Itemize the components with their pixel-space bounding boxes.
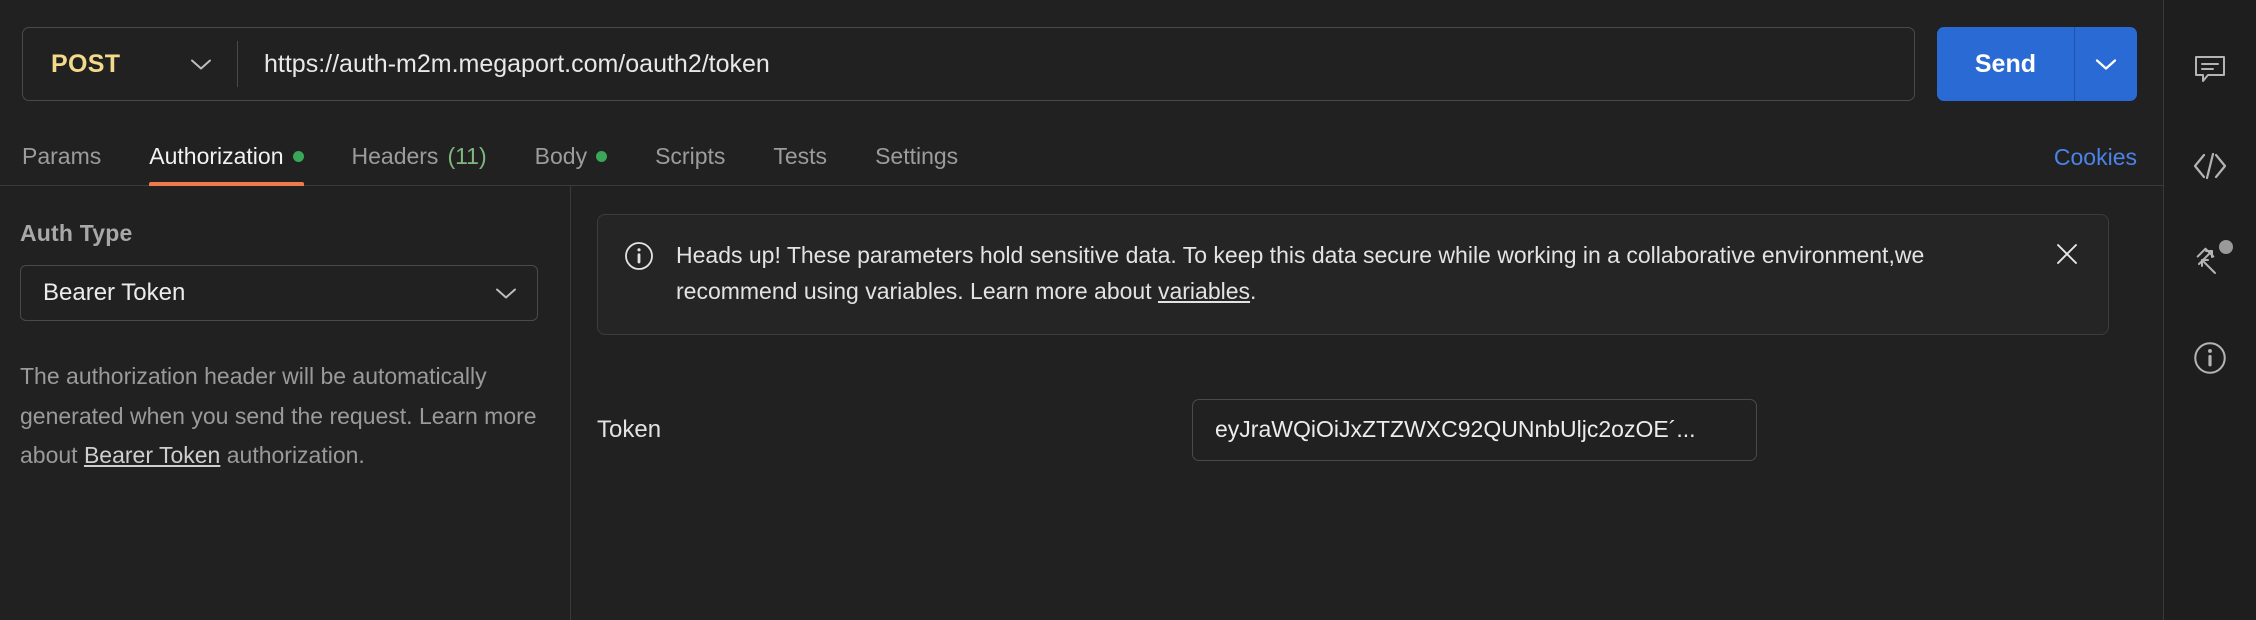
tab-count: (11) <box>447 143 487 169</box>
tab-scripts[interactable]: Scripts <box>631 128 749 185</box>
info-circle-icon <box>624 241 654 271</box>
auth-type-select[interactable]: Bearer Token <box>20 265 538 321</box>
main-column: POST https://auth-m2m.megaport.com/oauth… <box>0 0 2163 620</box>
http-method-label: POST <box>51 49 121 78</box>
chevron-down-icon <box>190 58 212 71</box>
tab-label: Body <box>534 143 588 169</box>
send-options-button[interactable] <box>2075 27 2137 101</box>
notification-badge <box>2218 240 2233 254</box>
send-button[interactable]: Send <box>1936 27 2074 101</box>
tab-label: Params <box>22 143 102 169</box>
auth-type-value: Bearer Token <box>43 279 186 306</box>
auth-type-pane: Auth Type Bearer Token The authorization… <box>0 186 571 620</box>
request-tab-bar: Params Authorization Headers (11) Body S… <box>0 128 2163 186</box>
bearer-token-link[interactable]: Bearer Token <box>84 442 220 468</box>
tab-body[interactable]: Body <box>511 128 631 185</box>
chevron-down-icon <box>495 287 517 300</box>
banner-text-after: . <box>1250 278 1257 305</box>
sensitive-data-banner: Heads up! These parameters hold sensitiv… <box>597 214 2109 335</box>
auth-type-label: Auth Type <box>20 220 133 246</box>
url-input[interactable]: https://auth-m2m.megaport.com/oauth2/tok… <box>238 28 1914 100</box>
tab-label: Tests <box>773 143 828 169</box>
banner-text-before: Heads up! These parameters hold sensitiv… <box>676 242 1925 305</box>
banner-message: Heads up! These parameters hold sensitiv… <box>676 237 2030 310</box>
auth-content: Auth Type Bearer Token The authorization… <box>0 186 2163 620</box>
token-input[interactable]: eyJraWQiOiJxZTZWXC92QUNnbUljc2ozOE´... <box>1192 398 1757 461</box>
code-icon[interactable] <box>2164 118 2256 214</box>
token-row: Token eyJraWQiOiJxZTZWXC92QUNnbUljc2ozOE… <box>597 398 2109 461</box>
auth-helper-text: The authorization header will be automat… <box>20 357 538 476</box>
postman-request-pane: POST https://auth-m2m.megaport.com/oauth… <box>0 0 2256 620</box>
tab-list: Params Authorization Headers (11) Body S… <box>22 128 982 186</box>
mock-arrows-icon[interactable] <box>2164 214 2256 310</box>
token-label: Token <box>597 415 662 443</box>
auth-helper-text-after: authorization. <box>220 442 365 469</box>
auth-fields-pane: Heads up! These parameters hold sensitiv… <box>571 186 2163 620</box>
tab-label: Authorization <box>149 143 284 169</box>
cookies-link[interactable]: Cookies <box>2054 144 2137 185</box>
tab-tests[interactable]: Tests <box>749 128 851 185</box>
tab-label: Settings <box>875 143 959 169</box>
http-method-selector[interactable]: POST <box>23 28 238 100</box>
tab-label: Headers <box>351 143 439 169</box>
url-bar: POST https://auth-m2m.megaport.com/oauth… <box>0 0 2163 128</box>
tab-status-dot-icon <box>596 151 608 162</box>
comment-icon[interactable] <box>2164 22 2256 118</box>
url-input-group: POST https://auth-m2m.megaport.com/oauth… <box>22 27 1915 101</box>
tab-label: Scripts <box>655 143 726 169</box>
tab-status-dot-icon <box>292 151 304 162</box>
tab-headers[interactable]: Headers (11) <box>328 128 511 185</box>
right-sidebar <box>2163 0 2256 620</box>
chevron-down-icon <box>2095 58 2117 71</box>
tab-settings[interactable]: Settings <box>851 128 982 185</box>
variables-link[interactable]: variables <box>1158 278 1250 304</box>
tab-authorization[interactable]: Authorization <box>125 128 327 186</box>
close-icon[interactable] <box>2052 239 2082 269</box>
info-circle-icon[interactable] <box>2164 310 2256 406</box>
tab-params[interactable]: Params <box>22 128 125 185</box>
send-button-group: Send <box>1936 27 2137 101</box>
